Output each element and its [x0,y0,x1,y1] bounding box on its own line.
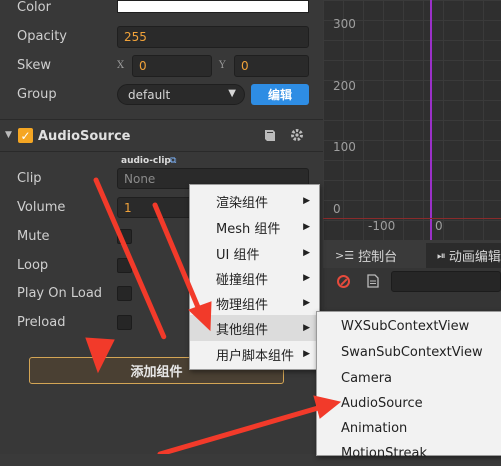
annotation-arrows [85,177,342,454]
annotation-arrowhead [85,337,115,374]
annotation-arrowhead [313,395,342,419]
annotation-arrow [157,405,321,454]
annotation-arrowhead [188,301,212,332]
annotation-arrow [93,177,167,340]
annotation-arrow [95,182,100,350]
annotation-arrow [152,202,203,315]
